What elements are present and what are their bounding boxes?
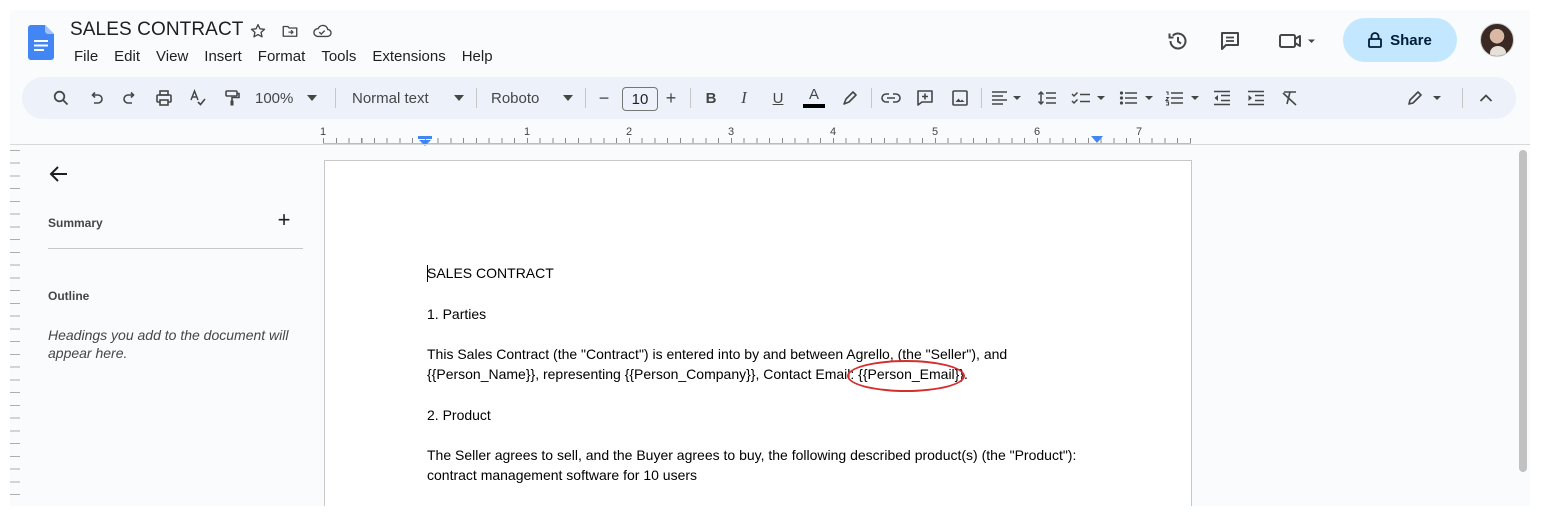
menu-file[interactable]: File xyxy=(66,47,106,66)
share-button[interactable]: Share xyxy=(1343,18,1457,62)
numbered-list-icon[interactable] xyxy=(1164,77,1204,119)
section-heading-product[interactable]: 2. Product xyxy=(427,405,491,425)
redo-icon[interactable] xyxy=(119,77,141,119)
lock-icon xyxy=(1368,32,1383,48)
clear-formatting-icon[interactable] xyxy=(1279,77,1301,119)
increase-indent-icon[interactable] xyxy=(1245,77,1267,119)
toolbar-divider xyxy=(476,88,477,108)
checklist-icon[interactable] xyxy=(1070,77,1110,119)
decrease-font-size-button[interactable]: − xyxy=(595,77,613,119)
add-summary-button[interactable]: + xyxy=(274,209,294,231)
align-icon[interactable] xyxy=(990,77,1024,119)
editing-mode-icon[interactable] xyxy=(1406,77,1446,119)
font-family-dropdown[interactable]: Roboto xyxy=(491,77,573,119)
menu-insert[interactable]: Insert xyxy=(196,47,250,66)
ruler-number: 3 xyxy=(727,126,735,138)
product-paragraph-line2[interactable]: contract management software for 10 user… xyxy=(427,465,697,485)
move-folder-icon[interactable] xyxy=(280,21,300,41)
menu-format[interactable]: Format xyxy=(250,47,314,66)
menu-bar: File Edit View Insert Format Tools Exten… xyxy=(66,47,501,66)
search-menus-icon[interactable] xyxy=(50,77,72,119)
chevron-down-icon xyxy=(307,95,318,101)
ruler-divider xyxy=(10,144,1530,145)
docs-logo-icon[interactable] xyxy=(28,25,54,60)
back-arrow-icon[interactable] xyxy=(48,163,70,185)
ruler-number: 2 xyxy=(625,126,633,138)
spellcheck-icon[interactable] xyxy=(187,77,209,119)
section-heading-parties[interactable]: 1. Parties xyxy=(427,304,486,324)
insert-link-icon[interactable] xyxy=(880,77,902,119)
red-annotation-circle xyxy=(847,360,965,392)
vertical-ruler[interactable] xyxy=(10,150,20,506)
paragraph-style-value: Normal text xyxy=(352,89,429,107)
share-label: Share xyxy=(1390,31,1432,49)
zoom-dropdown[interactable]: 100% xyxy=(255,77,325,119)
document-title[interactable]: SALES CONTRACT xyxy=(70,19,244,41)
vertical-scrollbar[interactable] xyxy=(1519,150,1527,472)
docs-window: SALES CONTRACT File Edit View Insert For… xyxy=(10,10,1530,506)
toolbar-divider xyxy=(871,88,872,108)
toolbar-divider xyxy=(981,88,982,108)
font-family-value: Roboto xyxy=(491,89,540,107)
meet-icon[interactable] xyxy=(1276,28,1318,54)
comments-icon[interactable] xyxy=(1217,28,1243,54)
outline-hint: Headings you add to the document will ap… xyxy=(48,327,289,361)
formatting-toolbar: 100% Normal text Roboto − 10 + B I U A xyxy=(22,77,1516,119)
version-history-icon[interactable] xyxy=(1165,28,1191,54)
zoom-value: 100% xyxy=(255,89,294,107)
toolbar-divider xyxy=(1462,88,1463,108)
ruler-number: 7 xyxy=(1135,126,1143,138)
menu-edit[interactable]: Edit xyxy=(106,47,148,66)
menu-extensions[interactable]: Extensions xyxy=(364,47,453,66)
menu-help[interactable]: Help xyxy=(454,47,501,66)
italic-button[interactable]: I xyxy=(734,77,754,119)
avatar[interactable] xyxy=(1480,23,1514,57)
outline-label: Outline xyxy=(48,289,90,303)
insert-image-icon[interactable] xyxy=(949,77,971,119)
menu-view[interactable]: View xyxy=(148,47,196,66)
document-page[interactable]: SALES CONTRACT 1. Parties This Sales Con… xyxy=(324,160,1192,506)
toolbar-divider xyxy=(585,88,586,108)
increase-font-size-button[interactable]: + xyxy=(662,77,680,119)
bulleted-list-icon[interactable] xyxy=(1118,77,1158,119)
doc-title-line[interactable]: SALES CONTRACT xyxy=(427,263,554,283)
paint-format-icon[interactable] xyxy=(221,77,243,119)
add-comment-icon[interactable] xyxy=(914,77,936,119)
highlight-color-icon[interactable] xyxy=(839,77,861,119)
toolbar-divider xyxy=(335,88,336,108)
parties-text-before: {{Person_Name}}, representing {{Person_C… xyxy=(427,366,859,382)
paragraph-style-dropdown[interactable]: Normal text xyxy=(352,77,464,119)
bold-button[interactable]: B xyxy=(701,77,721,119)
text-color-button[interactable]: A xyxy=(802,77,826,119)
print-icon[interactable] xyxy=(153,77,175,119)
menu-tools[interactable]: Tools xyxy=(313,47,364,66)
ruler-number: 1 xyxy=(523,126,531,138)
undo-icon[interactable] xyxy=(85,77,107,119)
toolbar-divider xyxy=(690,88,691,108)
title-icons xyxy=(248,21,332,41)
ruler-number: 4 xyxy=(829,126,837,138)
ruler-number: 1 xyxy=(319,126,327,138)
chevron-down-icon xyxy=(563,95,573,101)
star-icon[interactable] xyxy=(248,21,268,41)
right-indent-marker-icon[interactable] xyxy=(1090,136,1104,144)
horizontal-ruler[interactable]: 1 1 2 3 4 5 6 7 xyxy=(319,126,1191,146)
hide-menus-icon[interactable] xyxy=(1474,77,1498,119)
panel-divider xyxy=(48,248,303,249)
ruler-number: 5 xyxy=(931,126,939,138)
summary-label: Summary xyxy=(48,216,103,230)
text-color-label: A xyxy=(808,85,819,103)
chevron-down-icon xyxy=(454,95,464,101)
decrease-indent-icon[interactable] xyxy=(1211,77,1233,119)
text-color-swatch xyxy=(803,103,825,108)
product-paragraph-line1[interactable]: The Seller agrees to sell, and the Buyer… xyxy=(427,445,1076,465)
ruler-number: 6 xyxy=(1033,126,1041,138)
line-spacing-icon[interactable] xyxy=(1036,77,1058,119)
cloud-saved-icon[interactable] xyxy=(312,21,332,41)
font-size-input[interactable]: 10 xyxy=(622,87,658,111)
underline-button[interactable]: U xyxy=(768,77,788,119)
